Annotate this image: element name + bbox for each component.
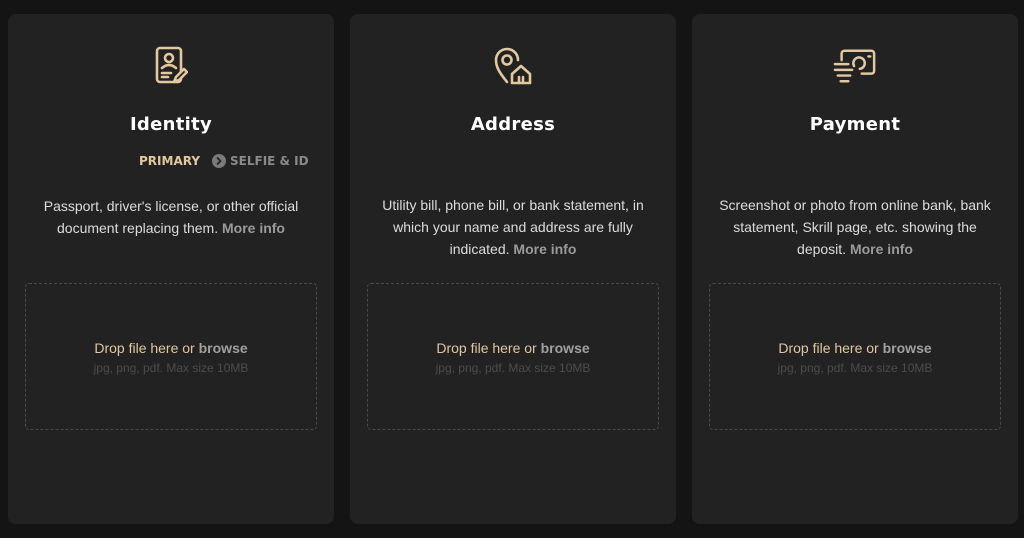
- drop-text: Drop file here or browse: [710, 339, 1000, 357]
- browse-link[interactable]: browse: [199, 340, 248, 356]
- tab-selfie-id-label: SELFIE & ID: [230, 154, 309, 168]
- address-card: Address Utility bill, phone bill, or ban…: [350, 14, 676, 524]
- id-card-icon: [149, 44, 193, 88]
- location-home-icon: [491, 44, 535, 88]
- chevron-right-icon: [212, 154, 227, 168]
- more-info-link[interactable]: More info: [222, 220, 285, 236]
- more-info-link[interactable]: More info: [850, 241, 913, 257]
- card-title: Identity: [129, 114, 213, 135]
- identity-card: Identity PRIMARY SELFIE & ID Passport, d…: [8, 14, 334, 524]
- tab-primary[interactable]: PRIMARY: [139, 154, 200, 168]
- drop-label: Drop file here or: [436, 340, 537, 356]
- payment-card: Payment Screenshot or photo from online …: [692, 14, 1018, 524]
- file-hint: jpg, png, pdf. Max size 10MB: [435, 361, 591, 375]
- card-description: Screenshot or photo from online bank, ba…: [716, 194, 994, 260]
- card-title: Address: [470, 114, 556, 135]
- drop-text: Drop file here or browse: [26, 339, 316, 357]
- tab-selfie-id[interactable]: SELFIE & ID: [212, 154, 309, 168]
- file-hint: jpg, png, pdf. Max size 10MB: [93, 361, 249, 375]
- drop-label: Drop file here or: [778, 340, 879, 356]
- file-dropzone[interactable]: Drop file here or browse jpg, png, pdf. …: [709, 283, 1001, 430]
- browse-link[interactable]: browse: [541, 340, 590, 356]
- payment-card-icon: [833, 44, 877, 88]
- file-dropzone[interactable]: Drop file here or browse jpg, png, pdf. …: [25, 283, 317, 430]
- drop-label: Drop file here or: [94, 340, 195, 356]
- more-info-link[interactable]: More info: [513, 241, 576, 257]
- file-dropzone[interactable]: Drop file here or browse jpg, png, pdf. …: [367, 283, 659, 430]
- verification-cards: Identity PRIMARY SELFIE & ID Passport, d…: [0, 0, 1024, 538]
- browse-link[interactable]: browse: [883, 340, 932, 356]
- card-description: Passport, driver's license, or other off…: [32, 195, 310, 239]
- card-description: Utility bill, phone bill, or bank statem…: [374, 194, 652, 260]
- drop-text: Drop file here or browse: [368, 339, 658, 357]
- document-type-tabs: PRIMARY SELFIE & ID: [139, 154, 309, 168]
- file-hint: jpg, png, pdf. Max size 10MB: [777, 361, 933, 375]
- card-title: Payment: [809, 114, 901, 135]
